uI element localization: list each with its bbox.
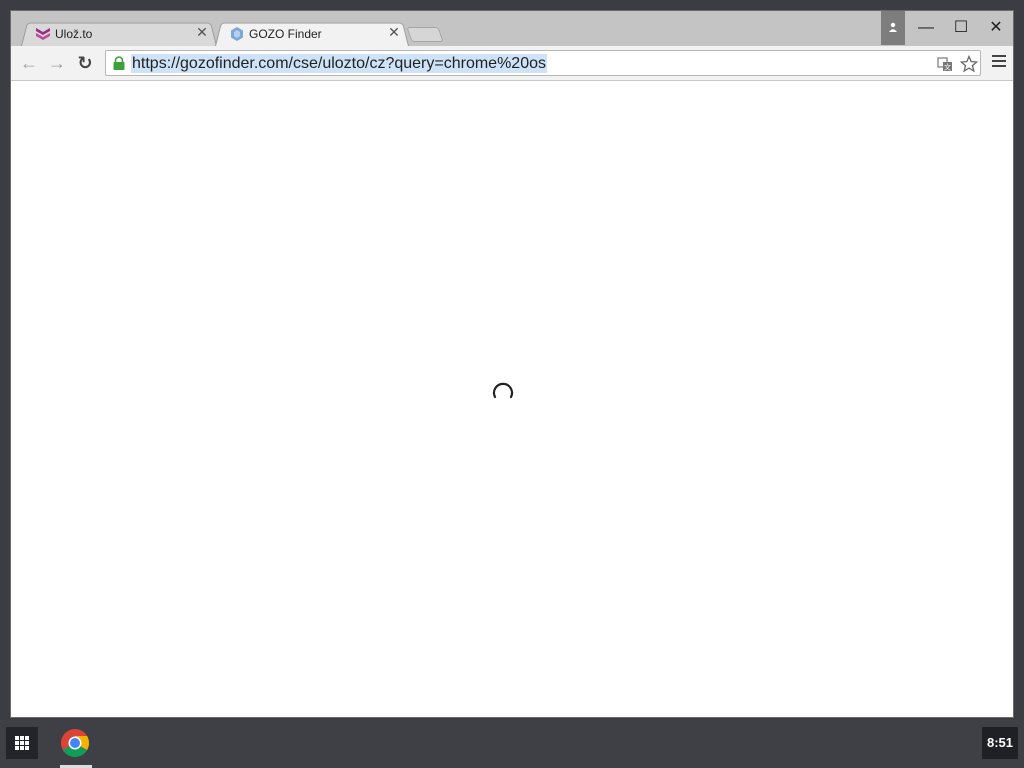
svg-text:文: 文 [944,63,951,72]
chrome-browser-icon[interactable] [60,728,90,758]
minimize-icon: — [918,19,934,36]
new-tab-button[interactable] [406,27,444,42]
address-bar[interactable]: https://gozofinder.com/cse/ulozto/cz?que… [105,50,981,76]
reload-button[interactable]: ↻ [73,51,97,75]
tab-title: Ulož.to [55,27,93,41]
close-icon: ✕ [989,19,1003,36]
translate-icon[interactable]: 文 [936,55,954,73]
loading-spinner-icon [492,382,514,399]
back-button[interactable]: ← [17,51,41,75]
tab-close-icon[interactable]: ✕ [387,25,401,39]
app-grid-icon [15,736,29,750]
close-window-button[interactable]: ✕ [979,11,1013,45]
browser-window: Ulož.to ✕ GOZO Finder ✕ — ☐ ✕ ← → ↻ http… [10,10,1014,718]
lock-icon [113,56,125,70]
bookmark-star-icon[interactable] [960,55,978,73]
chrome-menu-icon[interactable] [989,52,1009,74]
tab-title: GOZO Finder [249,27,322,41]
tab-gozo-finder[interactable]: GOZO Finder ✕ [215,21,409,46]
forward-arrow-icon: → [48,53,66,73]
page-content [11,82,1013,717]
maximize-icon: ☐ [953,19,969,36]
reload-icon: ↻ [77,53,93,73]
profile-avatar-icon[interactable] [881,11,905,45]
browser-toolbar: ← → ↻ https://gozofinder.com/cse/ulozto/… [11,46,1013,81]
forward-button[interactable]: → [45,51,69,75]
tab-strip: Ulož.to ✕ GOZO Finder ✕ — ☐ ✕ [11,11,1013,46]
app-launcher-button[interactable] [6,727,38,759]
minimize-button[interactable]: — [909,11,943,45]
url-text[interactable]: https://gozofinder.com/cse/ulozto/cz?que… [131,54,547,73]
maximize-button[interactable]: ☐ [944,11,978,45]
uloz-to-logo-icon [36,28,50,40]
status-area-clock[interactable]: 8:51 [982,727,1018,759]
tab-close-icon[interactable]: ✕ [195,25,209,39]
back-arrow-icon: ← [20,53,38,73]
shelf: 8:51 [0,720,1024,768]
tab-uloz-to[interactable]: Ulož.to ✕ [21,21,217,46]
gozo-finder-icon [231,27,243,41]
